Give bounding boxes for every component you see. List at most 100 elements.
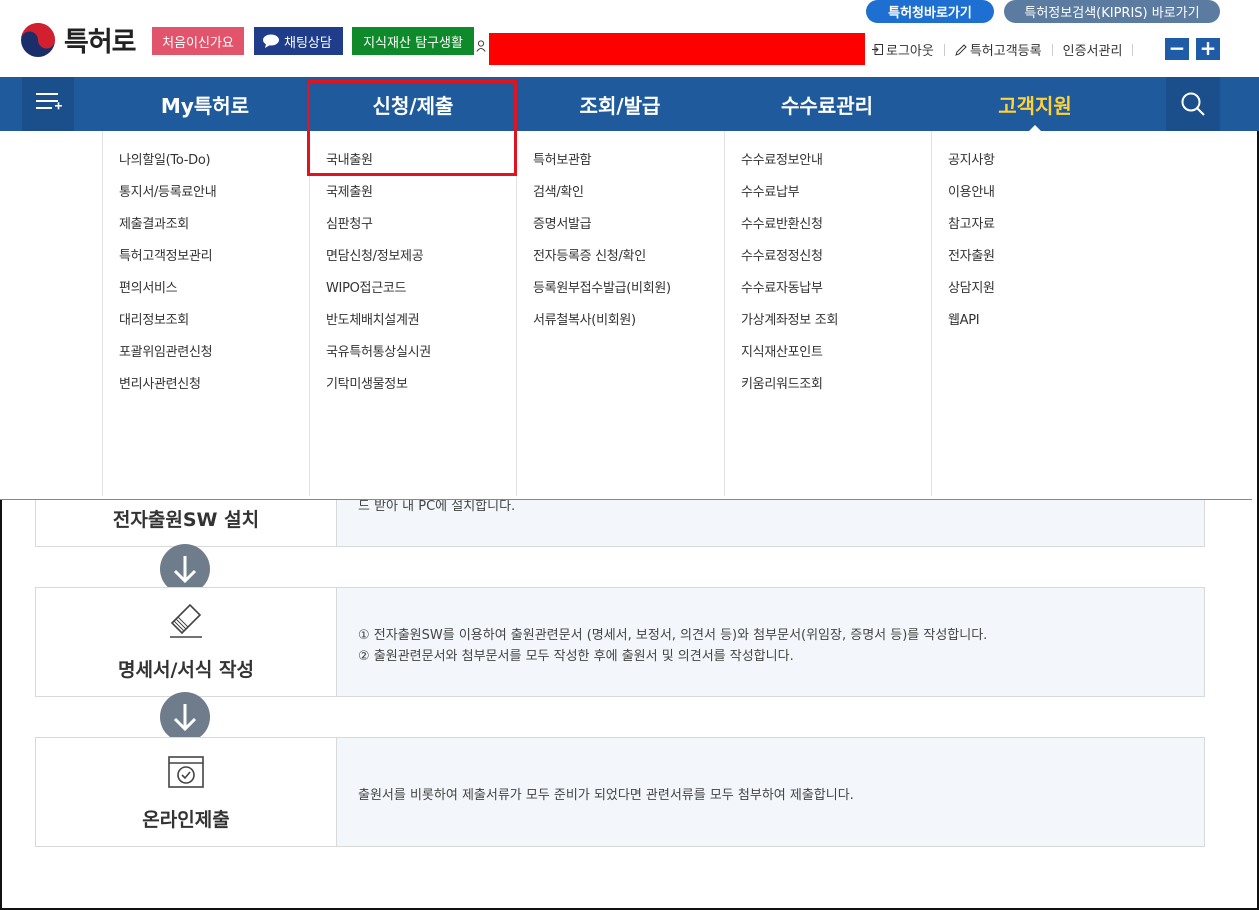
search-button[interactable]	[1166, 77, 1220, 131]
nav-customer-support-label: 고객지원	[998, 93, 1072, 118]
dropdown-menu-item[interactable]: 제출결과조회	[119, 213, 309, 245]
step-spec-write: 명세서/서식 작성 ① 전자출원SW를 이용하여 출원관련문서 (명세서, 보정…	[35, 587, 1205, 697]
browser-check-icon	[168, 756, 204, 788]
step-desc-line: ② 출원관련문서와 첨부문서를 모두 작성한 후에 출원서 및 의견서를 작성합…	[358, 649, 794, 664]
dropdown-menu-item[interactable]: 국제출원	[326, 181, 516, 213]
kipo-shortcut-button[interactable]: 특허청바로가기	[866, 0, 994, 23]
dropdown-menu-item[interactable]: 전자등록증 신청/확인	[533, 245, 724, 277]
chat-bubble-icon	[263, 34, 279, 48]
first-visit-button[interactable]: 처음이신가요	[152, 27, 244, 55]
taegeuk-emblem-icon	[21, 22, 55, 57]
nav-inquiry-issue-label: 조회/발급	[579, 93, 661, 118]
divider	[943, 43, 945, 56]
menu-column-apply-submit: 국내출원 국제출원 심판청구 면담신청/정보제공 WIPO접근코드 반도체배치설계권 국유특…	[309, 131, 516, 496]
down-arrow-icon	[160, 692, 210, 742]
ip-explore-label: 지식재산 탐구생활	[363, 35, 463, 51]
dropdown-menu-item[interactable]: 나의할일(To-Do)	[119, 149, 309, 181]
nav-fee-management[interactable]: 수수료관리	[724, 77, 930, 131]
user-icon	[476, 40, 486, 56]
kipris-shortcut-button[interactable]: 특허정보검색(KIPRIS) 바로가기	[1004, 0, 1220, 23]
dropdown-menu-item[interactable]: 변리사관련신청	[119, 373, 309, 405]
step-title: 명세서/서식 작성	[118, 659, 254, 681]
step-description: ① 전자출원SW를 이용하여 출원관련문서 (명세서, 보정서, 의견서 등)와…	[336, 588, 1204, 696]
dropdown-menu-item[interactable]: 검색/확인	[533, 181, 724, 213]
dropdown-menu-item[interactable]: 수수료자동납부	[741, 277, 931, 309]
dropdown-menu-item[interactable]: 지식재산포인트	[741, 341, 931, 373]
dropdown-menu-item[interactable]: 특허고객정보관리	[119, 245, 309, 277]
cert-manage-link[interactable]: 인증서관리	[1063, 40, 1123, 59]
divider	[1051, 43, 1053, 56]
dropdown-menu-item[interactable]: 수수료정보안내	[741, 149, 931, 181]
dropdown-menu-item[interactable]: 등록원부접수발급(비회원)	[533, 277, 724, 309]
menu-column-my-patent: 나의할일(To-Do) 통지서/등록료안내 제출결과조회 특허고객정보관리 편의서비스 대…	[102, 131, 309, 496]
chat-consult-label: 채팅상담	[284, 35, 332, 51]
customer-register-label: 특허고객등록	[969, 44, 1042, 59]
nav-my-patent[interactable]: My특허로	[102, 77, 308, 131]
zoom-out-button[interactable]: −	[1165, 38, 1189, 60]
chat-consult-button[interactable]: 채팅상담	[254, 27, 343, 55]
dropdown-menu-item[interactable]: 상담지원	[948, 277, 1252, 309]
menu-column-fee-management: 수수료정보안내 수수료납부 수수료반환신청 수수료정정신청 수수료자동납부 가상계좌정보 …	[724, 131, 931, 496]
dropdown-menu-item[interactable]: 키움리워드조회	[741, 373, 931, 405]
dropdown-menu-item[interactable]: 면담신청/정보제공	[326, 245, 516, 277]
dropdown-menu-item[interactable]: 통지서/등록료안내	[119, 181, 309, 213]
main-nav: My특허로 신청/제출 조회/발급 수수료관리 고객지원	[0, 77, 1259, 131]
dropdown-menu-item[interactable]: 전자출원	[948, 245, 1252, 277]
dropdown-menu-item[interactable]: 웹API	[948, 309, 1252, 341]
dropdown-menu-item[interactable]: 가상계좌정보 조회	[741, 309, 931, 341]
top-bar: 특허로 처음이신가요 채팅상담 지식재산 탐구생활 로그아웃 특허고객등록 인증…	[0, 0, 1259, 77]
dropdown-menu-item[interactable]: 공지사항	[948, 149, 1252, 181]
step-label: 명세서/서식 작성	[36, 588, 336, 696]
highlight-annotation	[307, 80, 517, 176]
nav-customer-support[interactable]: 고객지원	[932, 77, 1138, 131]
logo-text: 특허로	[64, 27, 137, 58]
ip-explore-button[interactable]: 지식재산 탐구생활	[352, 27, 474, 55]
dropdown-menu-item[interactable]: 서류철복사(비회원)	[533, 309, 724, 341]
nav-fee-management-label: 수수료관리	[781, 93, 873, 118]
dropdown-menu-item[interactable]: 수수료반환신청	[741, 213, 931, 245]
dropdown-menu-item[interactable]: 수수료납부	[741, 181, 931, 213]
dropdown-menu-item[interactable]: 국유특허통상실시권	[326, 341, 516, 373]
dropdown-menu-item[interactable]: 대리정보조회	[119, 309, 309, 341]
dropdown-menu-item[interactable]: 수수료정정신청	[741, 245, 931, 277]
pencil-icon	[955, 43, 967, 56]
dropdown-menu-item[interactable]: 포괄위임관련신청	[119, 341, 309, 373]
logout-icon	[872, 44, 883, 55]
dropdown-menu-item[interactable]: 이용안내	[948, 181, 1252, 213]
account-links: 로그아웃 특허고객등록 인증서관리	[872, 40, 1143, 59]
redacted-user-info	[489, 33, 865, 65]
step-label: 온라인제출	[36, 738, 336, 846]
dropdown-menu-item[interactable]: 참고자료	[948, 213, 1252, 245]
dropdown-menu-item[interactable]: 증명서발급	[533, 213, 724, 245]
customer-register-link[interactable]: 특허고객등록	[955, 40, 1042, 59]
step-desc-line: 출원서를 비롯하여 제출서류가 모두 준비가 되었다면 관련서류를 모두 첨부하…	[358, 788, 854, 803]
menu-column-inquiry-issue: 특허보관함 검색/확인 증명서발급 전자등록증 신청/확인 등록원부접수발급(비회원) 서…	[516, 131, 724, 496]
logout-label: 로그아웃	[886, 44, 934, 59]
step-title: 온라인제출	[142, 809, 230, 831]
dropdown-menu-item[interactable]: WIPO접근코드	[326, 277, 516, 309]
logout-link[interactable]: 로그아웃	[872, 40, 934, 59]
dropdown-menu-item[interactable]: 반도체배치설계권	[326, 309, 516, 341]
zoom-in-button[interactable]: +	[1196, 38, 1220, 60]
menu-plus-icon	[36, 93, 62, 110]
menu-column-customer-support: 공지사항 이용안내 참고자료 전자출원 상담지원 웹API	[931, 131, 1252, 496]
nav-my-patent-label: My특허로	[160, 93, 250, 118]
search-icon	[1181, 92, 1205, 116]
mega-menu-dropdown: 나의할일(To-Do) 통지서/등록료안내 제출결과조회 특허고객정보관리 편의서비스 대…	[0, 131, 1252, 500]
dropdown-menu-item[interactable]: 특허보관함	[533, 149, 724, 181]
step-desc-line: ① 전자출원SW를 이용하여 출원관련문서 (명세서, 보정서, 의견서 등)와…	[358, 628, 988, 643]
step-description: 출원서를 비롯하여 제출서류가 모두 준비가 되었다면 관련서류를 모두 첨부하…	[336, 738, 1204, 846]
all-menu-button[interactable]	[22, 77, 74, 131]
kipo-shortcut-label: 특허청바로가기	[888, 6, 972, 21]
dropdown-menu-item[interactable]: 기탁미생물정보	[326, 373, 516, 405]
step-title: 전자출원SW 설치	[112, 509, 260, 531]
cert-manage-label: 인증서관리	[1062, 44, 1123, 59]
nav-inquiry-issue[interactable]: 조회/발급	[517, 77, 723, 131]
dropdown-menu-item[interactable]: 편의서비스	[119, 277, 309, 309]
divider	[1132, 43, 1134, 56]
first-visit-label: 처음이신가요	[162, 35, 234, 51]
kipris-shortcut-label: 특허정보검색(KIPRIS) 바로가기	[1024, 6, 1200, 21]
site-logo[interactable]: 특허로	[20, 20, 137, 59]
dropdown-menu-item[interactable]: 심판청구	[326, 213, 516, 245]
step-online-submit: 온라인제출 출원서를 비롯하여 제출서류가 모두 준비가 되었다면 관련서류를 …	[35, 737, 1205, 847]
